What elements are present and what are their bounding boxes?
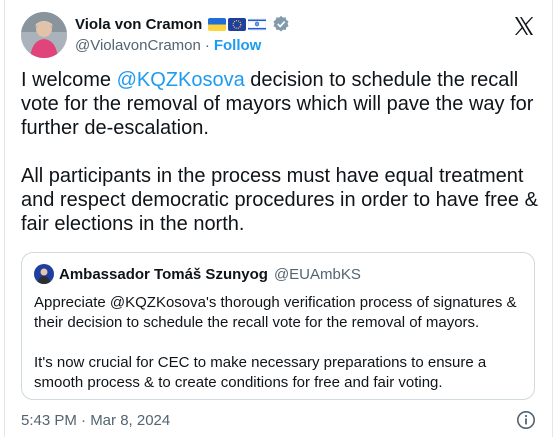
handle-separator: · [204,37,210,54]
author-handle-line: @ViolavonCramon · Follow [75,37,261,54]
quoted-author-handle[interactable]: @EUAmbKS [274,266,361,283]
tweet-text-before: I welcome [21,69,117,91]
quoted-tweet-header: Ambassador Tomáš Szunyog @EUAmbKS [34,264,361,284]
ukraine-flag-icon [208,17,227,31]
author-flags [208,17,267,31]
author-display-name[interactable]: Viola von Cramon [75,16,202,33]
tweet-text-after: decision to schedule the recall vote for… [21,69,538,235]
tweet-timestamp[interactable]: 5:43 PM · Mar 8, 2024 [21,412,170,429]
tweet-card: Viola von Cramon @ViolavonCramon · Follo… [4,0,553,437]
info-icon[interactable] [516,410,536,430]
author-handle[interactable]: @ViolavonCramon [75,37,201,54]
eu-flag-icon [228,17,247,31]
tweet-text: I welcome @KQZKosova decision to schedul… [21,68,541,236]
quoted-author-name[interactable]: Ambassador Tomáš Szunyog [59,266,268,283]
tweet-header: Viola von Cramon @ViolavonCramon · Follo… [21,12,536,60]
x-logo-icon[interactable] [512,14,536,38]
mention-link[interactable]: @KQZKosova [117,69,245,91]
follow-button[interactable]: Follow [214,37,262,54]
quoted-tweet-text: Appreciate @KQZKosova's thorough verific… [34,294,517,391]
verified-badge-icon[interactable] [272,15,290,33]
author-avatar[interactable] [21,12,67,58]
quoted-author-avatar[interactable] [34,264,54,284]
israel-flag-icon [248,17,267,31]
quoted-tweet[interactable]: Ambassador Tomáš Szunyog @EUAmbKS Apprec… [21,252,535,400]
author-name-line: Viola von Cramon [75,15,290,33]
